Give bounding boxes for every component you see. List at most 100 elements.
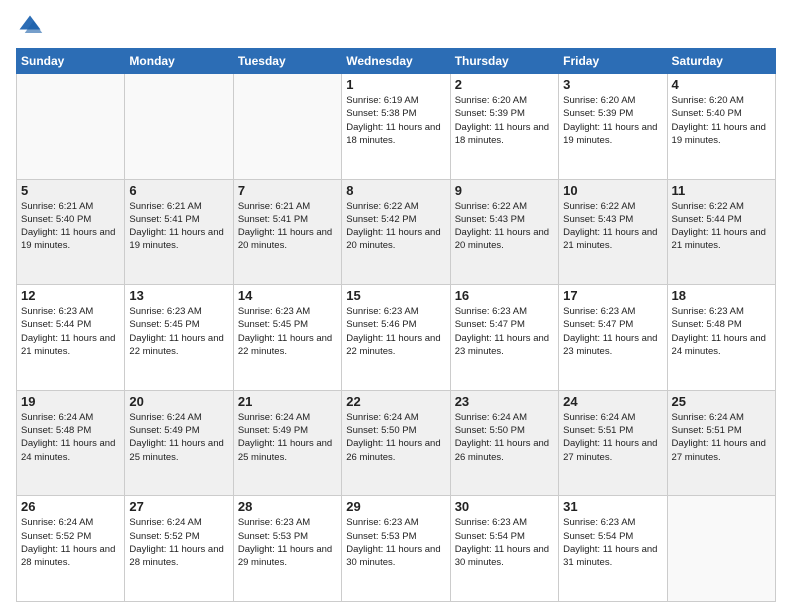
day-info: Sunrise: 6:23 AMSunset: 5:48 PMDaylight:… [672,305,771,358]
calendar-cell [17,74,125,180]
calendar-cell: 26 Sunrise: 6:24 AMSunset: 5:52 PMDayligh… [17,496,125,602]
day-number: 11 [672,183,771,198]
calendar-cell: 11Sunrise: 6:22 AMSunset: 5:44 PMDayligh… [667,179,775,285]
day-info: Sunrise: 6:24 AMSunset: 5:48 PMDaylight:… [21,411,120,464]
calendar-cell: 12 Sunrise: 6:23 AMSunset: 5:44 PMDayligh… [17,285,125,391]
calendar-cell: 23 Sunrise: 6:24 AMSunset: 5:50 PMDayligh… [450,390,558,496]
calendar-cell: 2Sunrise: 6:20 AMSunset: 5:39 PMDaylight… [450,74,558,180]
day-number: 15 [346,288,445,303]
day-info: Sunrise: 6:24 AMSunset: 5:49 PMDaylight:… [238,411,337,464]
page: SundayMondayTuesdayWednesdayThursdayFrid… [0,0,792,612]
weekday-sunday: Sunday [17,49,125,74]
calendar-week-4: 19 Sunrise: 6:24 AMSunset: 5:48 PMDayligh… [17,390,776,496]
calendar-cell: 28 Sunrise: 6:23 AMSunset: 5:53 PMDayligh… [233,496,341,602]
day-info: Sunrise: 6:24 AMSunset: 5:50 PMDaylight:… [455,411,554,464]
day-number: 8 [346,183,445,198]
weekday-tuesday: Tuesday [233,49,341,74]
day-info: Sunrise: 6:24 AMSunset: 5:52 PMDaylight:… [21,516,120,569]
calendar-cell: 4 Sunrise: 6:20 AMSunset: 5:40 PMDaylight… [667,74,775,180]
calendar-cell: 16 Sunrise: 6:23 AMSunset: 5:47 PMDayligh… [450,285,558,391]
day-number: 24 [563,394,662,409]
weekday-friday: Friday [559,49,667,74]
day-info: Sunrise: 6:20 AMSunset: 5:39 PMDaylight:… [563,94,662,147]
day-number: 28 [238,499,337,514]
calendar-week-5: 26 Sunrise: 6:24 AMSunset: 5:52 PMDayligh… [17,496,776,602]
day-number: 18 [672,288,771,303]
day-number: 29 [346,499,445,514]
weekday-wednesday: Wednesday [342,49,450,74]
day-number: 1 [346,77,445,92]
day-info: Sunrise: 6:23 AMSunset: 5:45 PMDaylight:… [129,305,228,358]
calendar-week-3: 12 Sunrise: 6:23 AMSunset: 5:44 PMDayligh… [17,285,776,391]
day-number: 17 [563,288,662,303]
day-number: 30 [455,499,554,514]
calendar-cell: 5 Sunrise: 6:21 AMSunset: 5:40 PMDaylight… [17,179,125,285]
calendar-cell: 30Sunrise: 6:23 AMSunset: 5:54 PMDayligh… [450,496,558,602]
day-info: Sunrise: 6:21 AMSunset: 5:41 PMDaylight:… [129,200,228,253]
calendar-cell: 6 Sunrise: 6:21 AMSunset: 5:41 PMDaylight… [125,179,233,285]
day-info: Sunrise: 6:23 AMSunset: 5:53 PMDaylight:… [238,516,337,569]
day-number: 19 [21,394,120,409]
calendar-cell: 10 Sunrise: 6:22 AMSunset: 5:43 PMDayligh… [559,179,667,285]
day-number: 16 [455,288,554,303]
day-number: 31 [563,499,662,514]
calendar-cell [125,74,233,180]
day-number: 3 [563,77,662,92]
day-number: 25 [672,394,771,409]
calendar-cell: 22 Sunrise: 6:24 AMSunset: 5:50 PMDayligh… [342,390,450,496]
day-number: 4 [672,77,771,92]
calendar-cell: 8 Sunrise: 6:22 AMSunset: 5:42 PMDaylight… [342,179,450,285]
day-info: Sunrise: 6:23 AMSunset: 5:45 PMDaylight:… [238,305,337,358]
calendar-cell: 21 Sunrise: 6:24 AMSunset: 5:49 PMDayligh… [233,390,341,496]
day-info: Sunrise: 6:21 AMSunset: 5:40 PMDaylight:… [21,200,120,253]
day-number: 26 [21,499,120,514]
day-number: 2 [455,77,554,92]
calendar-cell: 9Sunrise: 6:22 AMSunset: 5:43 PMDaylight… [450,179,558,285]
day-info: Sunrise: 6:19 AMSunset: 5:38 PMDaylight:… [346,94,445,147]
weekday-thursday: Thursday [450,49,558,74]
day-info: Sunrise: 6:21 AMSunset: 5:41 PMDaylight:… [238,200,337,253]
calendar-cell: 17 Sunrise: 6:23 AMSunset: 5:47 PMDayligh… [559,285,667,391]
day-info: Sunrise: 6:20 AMSunset: 5:40 PMDaylight:… [672,94,771,147]
calendar-week-2: 5 Sunrise: 6:21 AMSunset: 5:40 PMDaylight… [17,179,776,285]
weekday-monday: Monday [125,49,233,74]
calendar-cell: 24 Sunrise: 6:24 AMSunset: 5:51 PMDayligh… [559,390,667,496]
day-info: Sunrise: 6:24 AMSunset: 5:52 PMDaylight:… [129,516,228,569]
day-info: Sunrise: 6:23 AMSunset: 5:44 PMDaylight:… [21,305,120,358]
day-info: Sunrise: 6:23 AMSunset: 5:53 PMDaylight:… [346,516,445,569]
calendar-cell: 31Sunrise: 6:23 AMSunset: 5:54 PMDayligh… [559,496,667,602]
day-number: 14 [238,288,337,303]
day-number: 7 [238,183,337,198]
day-info: Sunrise: 6:22 AMSunset: 5:43 PMDaylight:… [563,200,662,253]
day-info: Sunrise: 6:24 AMSunset: 5:50 PMDaylight:… [346,411,445,464]
day-number: 22 [346,394,445,409]
day-number: 12 [21,288,120,303]
day-number: 21 [238,394,337,409]
logo [16,12,48,40]
calendar-cell: 27 Sunrise: 6:24 AMSunset: 5:52 PMDayligh… [125,496,233,602]
day-info: Sunrise: 6:23 AMSunset: 5:46 PMDaylight:… [346,305,445,358]
day-info: Sunrise: 6:24 AMSunset: 5:51 PMDaylight:… [563,411,662,464]
day-number: 10 [563,183,662,198]
day-number: 27 [129,499,228,514]
header [16,12,776,40]
day-number: 6 [129,183,228,198]
day-number: 13 [129,288,228,303]
calendar-week-1: 1 Sunrise: 6:19 AMSunset: 5:38 PMDaylight… [17,74,776,180]
calendar-cell: 14 Sunrise: 6:23 AMSunset: 5:45 PMDayligh… [233,285,341,391]
day-info: Sunrise: 6:24 AMSunset: 5:51 PMDaylight:… [672,411,771,464]
day-number: 5 [21,183,120,198]
day-info: Sunrise: 6:22 AMSunset: 5:43 PMDaylight:… [455,200,554,253]
calendar-cell: 18 Sunrise: 6:23 AMSunset: 5:48 PMDayligh… [667,285,775,391]
calendar-cell: 7 Sunrise: 6:21 AMSunset: 5:41 PMDaylight… [233,179,341,285]
day-info: Sunrise: 6:22 AMSunset: 5:42 PMDaylight:… [346,200,445,253]
calendar-cell: 1 Sunrise: 6:19 AMSunset: 5:38 PMDaylight… [342,74,450,180]
weekday-header-row: SundayMondayTuesdayWednesdayThursdayFrid… [17,49,776,74]
calendar-table: SundayMondayTuesdayWednesdayThursdayFrid… [16,48,776,602]
day-info: Sunrise: 6:23 AMSunset: 5:47 PMDaylight:… [563,305,662,358]
day-info: Sunrise: 6:23 AMSunset: 5:47 PMDaylight:… [455,305,554,358]
weekday-saturday: Saturday [667,49,775,74]
day-number: 23 [455,394,554,409]
calendar-cell [233,74,341,180]
calendar-cell: 20Sunrise: 6:24 AMSunset: 5:49 PMDayligh… [125,390,233,496]
